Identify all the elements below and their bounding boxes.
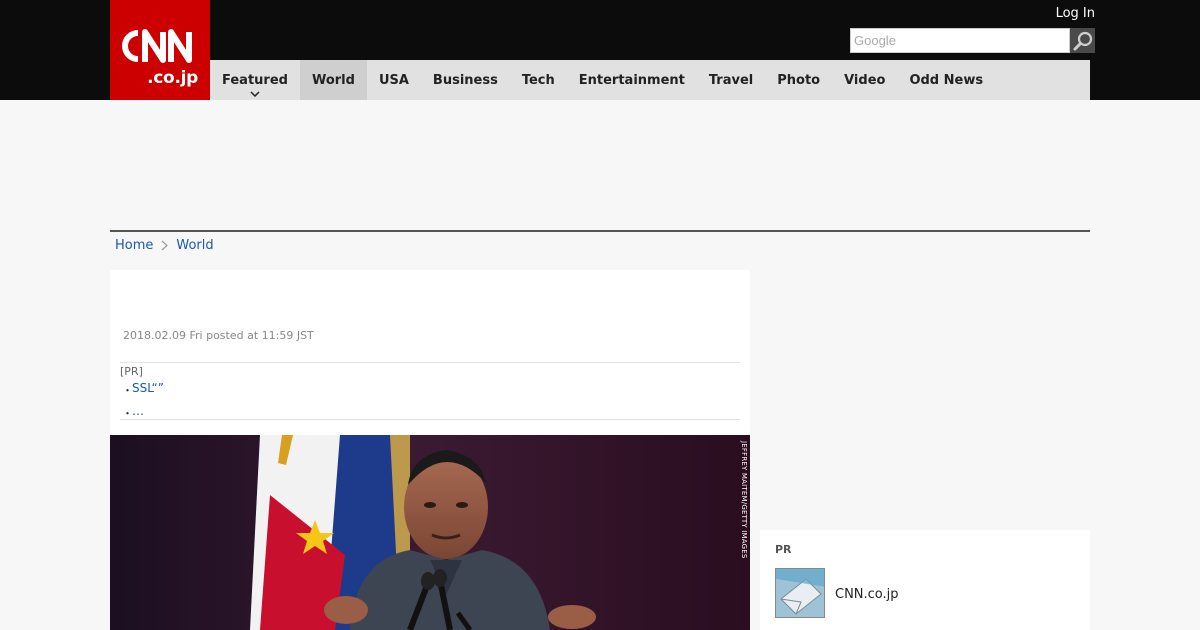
pr-link-ssl[interactable]: SSL“” bbox=[132, 381, 164, 395]
nav-label: Featured bbox=[222, 72, 288, 88]
nav-label: Tech bbox=[521, 72, 555, 88]
search-input[interactable] bbox=[850, 28, 1070, 53]
pr-tag: [PR] bbox=[120, 365, 143, 378]
sidebar-pr-link[interactable]: CNN.co.jp bbox=[835, 587, 899, 602]
nav-label: Odd News bbox=[909, 72, 984, 88]
cnn-logo[interactable]: .co.jp bbox=[110, 0, 210, 100]
nav-item-odd-news[interactable]: Odd News bbox=[897, 60, 995, 100]
photo-credit: JEFFREY MAITEM/GETTY IMAGES bbox=[740, 441, 748, 559]
nav-label: Entertainment bbox=[578, 72, 685, 88]
cnn-wordmark bbox=[122, 29, 192, 63]
breadcrumb: Home World bbox=[115, 238, 214, 253]
breadcrumb-world[interactable]: World bbox=[176, 238, 213, 253]
nav-item-entertainment[interactable]: Entertainment bbox=[567, 60, 697, 100]
nav-item-photo[interactable]: Photo bbox=[765, 60, 832, 100]
nav-label: Travel bbox=[708, 72, 754, 88]
logo-domain: .co.jp bbox=[147, 68, 198, 88]
nav-item-usa[interactable]: USA bbox=[367, 60, 421, 100]
nav-label: Video bbox=[844, 72, 886, 88]
article-date: 2018.02.09 Fri posted at 11:59 JST bbox=[123, 329, 314, 342]
nav-item-world[interactable]: World bbox=[299, 60, 367, 100]
search-button[interactable] bbox=[1070, 28, 1095, 53]
sidebar-pr-title: PR bbox=[775, 543, 792, 556]
search-box bbox=[850, 28, 1095, 53]
mail-thumbnail[interactable] bbox=[775, 568, 825, 618]
nav-item-travel[interactable]: Travel bbox=[697, 60, 765, 100]
nav-item-featured[interactable]: Featured bbox=[210, 60, 300, 100]
chevron-down-icon bbox=[250, 91, 260, 97]
search-icon bbox=[1073, 31, 1092, 50]
login-link[interactable]: Log In bbox=[1056, 6, 1095, 21]
chevron-right-icon bbox=[161, 240, 169, 251]
pr-links-box: [PR] ・ SSL“” ・ … bbox=[120, 362, 740, 420]
section-divider bbox=[110, 230, 1090, 232]
nav-item-business[interactable]: Business bbox=[421, 60, 510, 100]
article-photo: JEFFREY MAITEM/GETTY IMAGES bbox=[110, 435, 750, 630]
main-nav: Featured World USA Business Tech Enterta… bbox=[210, 60, 1090, 100]
pr-link-more[interactable]: … bbox=[132, 404, 144, 418]
sidebar-pr-module: PR CNN.co.jp bbox=[760, 530, 1090, 630]
nav-item-video[interactable]: Video bbox=[832, 60, 897, 100]
nav-label: USA bbox=[378, 72, 409, 88]
nav-item-tech[interactable]: Tech bbox=[510, 60, 567, 100]
nav-label: Photo bbox=[777, 72, 821, 88]
article-card: 2018.02.09 Fri posted at 11:59 JST [PR] … bbox=[110, 270, 750, 630]
photo-image bbox=[110, 435, 750, 630]
breadcrumb-home[interactable]: Home bbox=[115, 238, 153, 253]
nav-label: World bbox=[311, 72, 355, 88]
mail-icon bbox=[776, 569, 824, 617]
nav-label: Business bbox=[432, 72, 498, 88]
